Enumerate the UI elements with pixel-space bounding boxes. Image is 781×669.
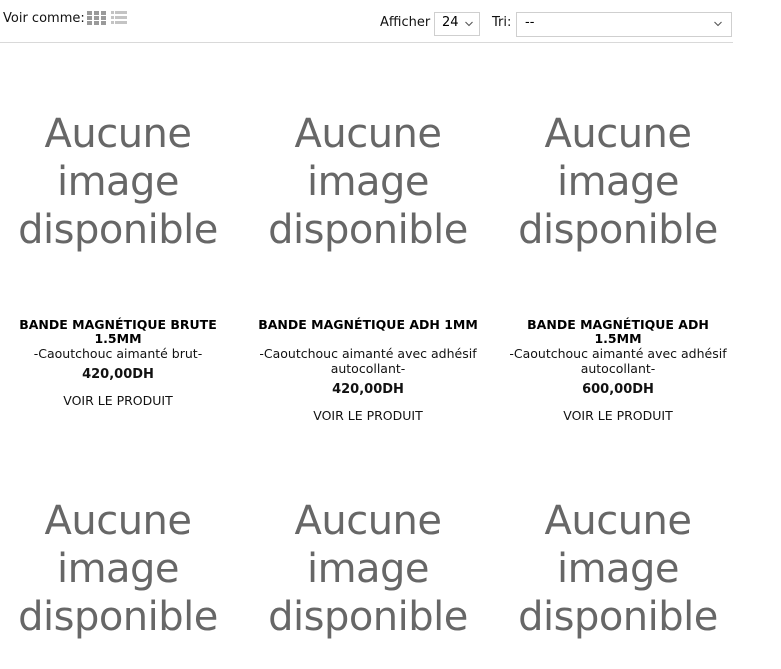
product-name[interactable]: BANDE MAGNÉTIQUE BRUTE 1.5MM [18,318,218,346]
placeholder-line: disponible [268,594,468,640]
product-description: -Caoutchouc aimanté brut- [33,346,203,361]
sort-value: -- [525,15,535,30]
product-description: -Caoutchouc aimanté avec adhésif autocol… [509,346,727,376]
placeholder-line: image [556,546,680,592]
placeholder-line: Aucune [44,498,192,544]
product-price: 420,00DH [82,367,154,382]
placeholder-line: disponible [18,207,218,253]
product-description: -Caoutchouc aimanté avec adhésif autocol… [259,346,477,376]
product-price: 420,00DH [332,382,404,397]
page-size-select[interactable]: 24 [434,12,480,36]
no-image-placeholder[interactable]: Aucune image disponible [248,110,488,254]
placeholder-line: Aucune [294,111,442,157]
placeholder-line: image [56,159,180,205]
placeholder-line: Aucune [44,111,192,157]
product-name[interactable]: BANDE MAGNÉTIQUE ADH 1MM [248,318,488,332]
grid-view-icon[interactable] [87,11,106,25]
product-price: 600,00DH [582,382,654,397]
chevron-down-icon [714,21,722,27]
list-view-icon[interactable] [111,11,127,25]
view-as-label: Voir comme: [3,11,85,26]
placeholder-line: Aucune [294,498,442,544]
placeholder-line: image [556,159,680,205]
view-product-link[interactable]: VOIR LE PRODUIT [0,393,238,408]
product-name[interactable]: BANDE MAGNÉTIQUE ADH 1.5MM [523,318,713,346]
placeholder-line: disponible [18,594,218,640]
placeholder-line: disponible [518,207,718,253]
placeholder-line: image [306,546,430,592]
view-product-link[interactable]: VOIR LE PRODUIT [498,408,738,423]
no-image-placeholder[interactable]: Aucune image disponible [0,110,238,254]
no-image-placeholder[interactable]: Aucune image disponible [0,497,238,641]
sort-label: Tri: [492,15,512,30]
view-product-link[interactable]: VOIR LE PRODUIT [248,408,488,423]
toolbar: Voir comme: Afficher 24 Tri: -- [0,0,733,43]
no-image-placeholder[interactable]: Aucune image disponible [498,110,738,254]
placeholder-line: disponible [518,594,718,640]
no-image-placeholder[interactable]: Aucune image disponible [498,497,738,641]
sort-select[interactable]: -- [516,12,732,37]
placeholder-line: Aucune [544,111,692,157]
page-size-value: 24 [442,15,459,30]
placeholder-line: disponible [268,207,468,253]
placeholder-line: Aucune [544,498,692,544]
show-label: Afficher [380,15,431,30]
no-image-placeholder[interactable]: Aucune image disponible [248,497,488,641]
chevron-down-icon [465,21,473,27]
placeholder-line: image [56,546,180,592]
placeholder-line: image [306,159,430,205]
